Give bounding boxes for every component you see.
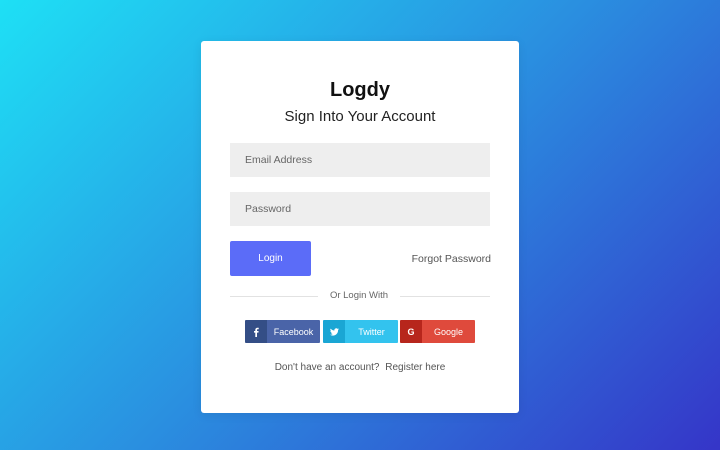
google-icon: G [400, 320, 422, 343]
login-card: Logdy Sign Into Your Account Login Forgo… [201, 41, 519, 413]
facebook-icon [245, 320, 267, 343]
twitter-label: Twitter [345, 320, 398, 343]
google-login-button[interactable]: G Google [400, 320, 475, 343]
facebook-label: Facebook [267, 320, 320, 343]
page-subtitle: Sign Into Your Account [284, 108, 436, 125]
email-field[interactable] [230, 143, 490, 177]
password-field[interactable] [230, 192, 490, 226]
google-label: Google [422, 320, 475, 343]
login-button[interactable]: Login [230, 241, 311, 276]
twitter-icon [323, 320, 345, 343]
facebook-login-button[interactable]: Facebook [245, 320, 320, 343]
forgot-password-link[interactable]: Forgot Password [412, 252, 491, 266]
register-prompt: Don't have an account? Register here [201, 361, 519, 375]
divider-line-left [230, 296, 318, 297]
divider-line-right [400, 296, 490, 297]
twitter-login-button[interactable]: Twitter [323, 320, 398, 343]
register-prompt-text: Don't have an account? [274, 362, 380, 373]
register-link[interactable]: Register here [385, 362, 445, 373]
brand-title: Logdy [330, 79, 390, 101]
divider-text: Or Login With [329, 290, 389, 301]
